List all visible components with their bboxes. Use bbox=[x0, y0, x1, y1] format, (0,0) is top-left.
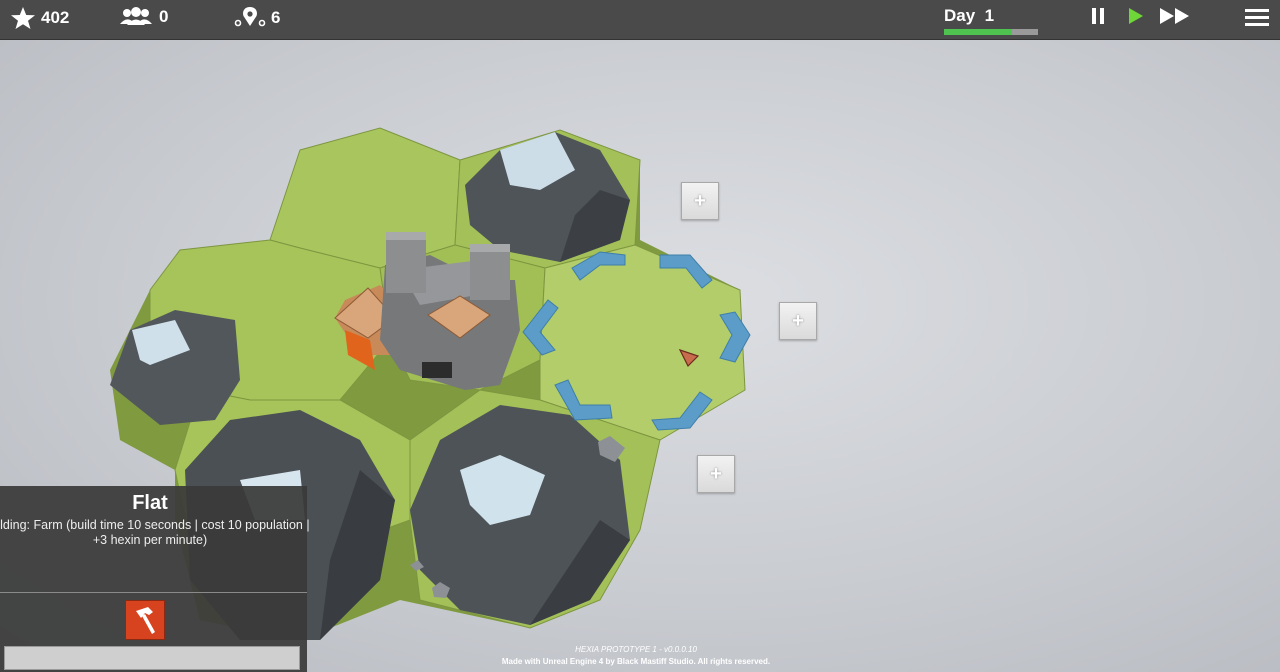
play-button[interactable] bbox=[1127, 6, 1145, 31]
play-icon bbox=[1129, 8, 1143, 24]
fast-forward-icon bbox=[1160, 8, 1189, 24]
expand-tile-button[interactable]: + bbox=[779, 302, 817, 340]
top-bar: 402 0 6 Day 1 bbox=[0, 0, 1280, 40]
expand-tile-button[interactable]: + bbox=[697, 455, 735, 493]
version-footer: HEXIA PROTOTYPE 1 - v0.0.0.10 Made with … bbox=[0, 644, 1272, 668]
day-progress-bar bbox=[944, 29, 1038, 35]
people-icon bbox=[120, 7, 152, 25]
population-value: 0 bbox=[159, 7, 169, 26]
day-indicator: Day 1 bbox=[944, 6, 994, 26]
score-value: 402 bbox=[41, 8, 70, 27]
version-text: HEXIA PROTOTYPE 1 - v0.0.0.10 bbox=[575, 645, 697, 654]
tile-type-title: Flat bbox=[132, 492, 168, 514]
day-progress-fill bbox=[944, 29, 1012, 35]
build-farm-button[interactable] bbox=[125, 600, 165, 640]
territory-stat: 6 bbox=[234, 6, 280, 30]
star-icon bbox=[11, 7, 35, 29]
pause-button[interactable] bbox=[1090, 6, 1106, 31]
hamburger-menu-icon bbox=[1245, 9, 1269, 26]
score-stat: 402 bbox=[10, 6, 69, 30]
pause-icon bbox=[1092, 8, 1104, 24]
fast-forward-button[interactable] bbox=[1158, 6, 1192, 31]
hex-tile[interactable] bbox=[269, 127, 461, 269]
menu-button[interactable] bbox=[1244, 6, 1270, 33]
population-stat: 0 bbox=[118, 6, 168, 28]
day-number: 1 bbox=[984, 6, 995, 25]
territory-value: 6 bbox=[271, 8, 281, 27]
location-pins-icon bbox=[234, 7, 266, 27]
expand-tile-button[interactable]: + bbox=[681, 182, 719, 220]
hammer-icon bbox=[136, 607, 155, 634]
day-label: Day bbox=[944, 6, 976, 25]
panel-divider bbox=[0, 592, 307, 593]
credits-text: Made with Unreal Engine 4 by Black Masti… bbox=[501, 657, 771, 666]
tile-build-description: uilding: Farm (build time 10 seconds | c… bbox=[0, 518, 310, 547]
